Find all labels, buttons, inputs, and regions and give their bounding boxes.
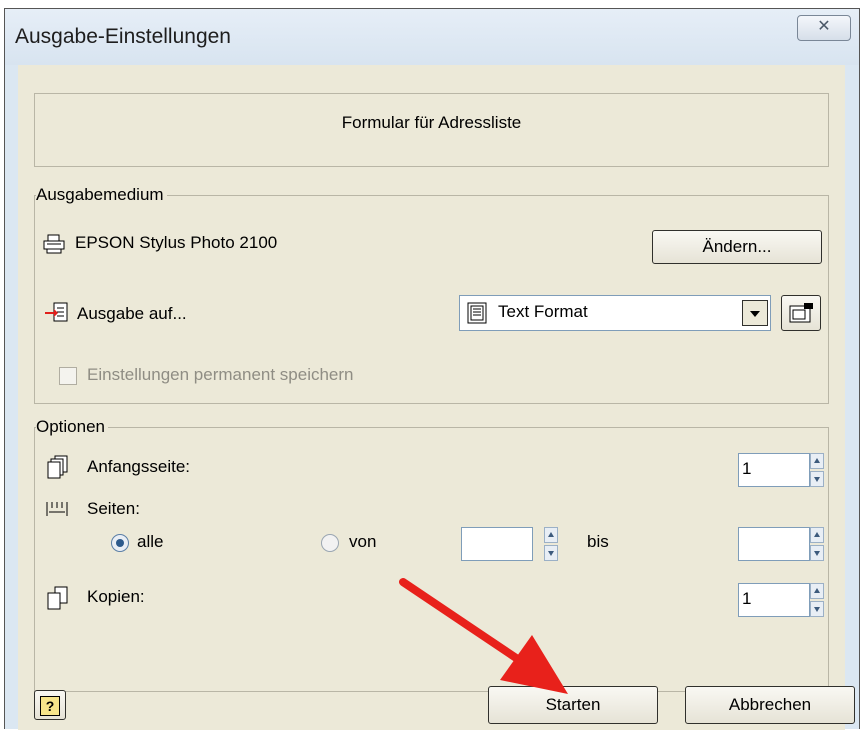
spin-up-icon[interactable] <box>810 453 824 469</box>
format-dropdown-button[interactable] <box>742 300 768 326</box>
spin-down-icon[interactable] <box>810 601 824 617</box>
start-page-input[interactable]: 1 <box>738 453 810 487</box>
dialog-client-area: Formular für Adressliste Ausgabemedium E… <box>18 65 855 730</box>
save-permanent-label: Einstellungen permanent speichern <box>87 365 354 384</box>
format-properties-button[interactable] <box>781 295 821 331</box>
page-range-icon <box>46 502 68 516</box>
change-printer-button[interactable]: Ändern... <box>652 230 822 264</box>
start-button-label: Starten <box>545 695 601 714</box>
pages-label: Seiten: <box>87 499 140 518</box>
spin-up-icon[interactable] <box>810 527 824 543</box>
spin-down-icon[interactable] <box>544 545 558 561</box>
printer-icon <box>43 234 65 254</box>
text-format-icon <box>467 302 487 324</box>
pages-from-stepper[interactable] <box>544 527 558 561</box>
close-icon: ✕ <box>817 18 831 35</box>
start-button[interactable]: Starten <box>488 686 658 724</box>
pages-from-input[interactable] <box>461 527 533 561</box>
copies-stepper[interactable] <box>810 583 824 617</box>
output-medium-group: Ausgabemedium EPSON Stylus Photo 2100 Än… <box>34 185 829 404</box>
help-button[interactable]: ? <box>34 690 66 720</box>
printer-name: EPSON Stylus Photo 2100 <box>75 233 278 252</box>
pages-from-label: von <box>349 532 377 551</box>
format-select[interactable]: Text Format <box>459 295 771 331</box>
help-icon: ? <box>40 696 60 716</box>
pages-all-label: alle <box>137 532 164 551</box>
output-document-icon <box>45 302 68 322</box>
dialog-window: Ausgabe-Einstellungen ✕ Formular für Adr… <box>4 8 860 730</box>
pages-stack-icon <box>47 455 68 479</box>
radio-selected-dot <box>116 539 124 547</box>
copies-label: Kopien: <box>87 587 145 606</box>
pages-to-input[interactable] <box>738 527 810 561</box>
save-permanent-checkbox[interactable] <box>59 367 77 385</box>
output-label: Ausgabe auf... <box>77 304 187 323</box>
spin-up-icon[interactable] <box>810 583 824 599</box>
format-value: Text Format <box>498 302 588 321</box>
copies-icon <box>47 586 68 610</box>
pages-from-radio[interactable] <box>321 534 339 552</box>
spin-down-icon[interactable] <box>810 545 824 561</box>
pages-to-label: bis <box>587 532 609 551</box>
properties-icon <box>789 303 813 323</box>
options-group: Optionen Anfangsseite: 1 Seiten: alle vo… <box>34 417 829 692</box>
close-button[interactable]: ✕ <box>797 15 851 41</box>
title-bar[interactable]: Ausgabe-Einstellungen ✕ <box>5 9 859 65</box>
pages-all-radio[interactable] <box>111 534 129 552</box>
output-medium-legend: Ausgabemedium <box>36 185 167 205</box>
spin-down-icon[interactable] <box>810 471 824 487</box>
start-page-label: Anfangsseite: <box>87 457 191 476</box>
window-title: Ausgabe-Einstellungen <box>15 25 231 48</box>
spin-up-icon[interactable] <box>544 527 558 543</box>
start-page-stepper[interactable] <box>810 453 824 487</box>
change-printer-label: Ändern... <box>702 237 772 256</box>
cancel-button-label: Abbrechen <box>728 695 812 714</box>
header-panel: Formular für Adressliste <box>34 93 829 167</box>
copies-input[interactable]: 1 <box>738 583 810 617</box>
cancel-button[interactable]: Abbrechen <box>685 686 855 724</box>
chevron-down-icon <box>750 311 760 317</box>
pages-to-stepper[interactable] <box>810 527 824 561</box>
options-legend: Optionen <box>36 417 108 437</box>
header-text: Formular für Adressliste <box>341 113 522 132</box>
